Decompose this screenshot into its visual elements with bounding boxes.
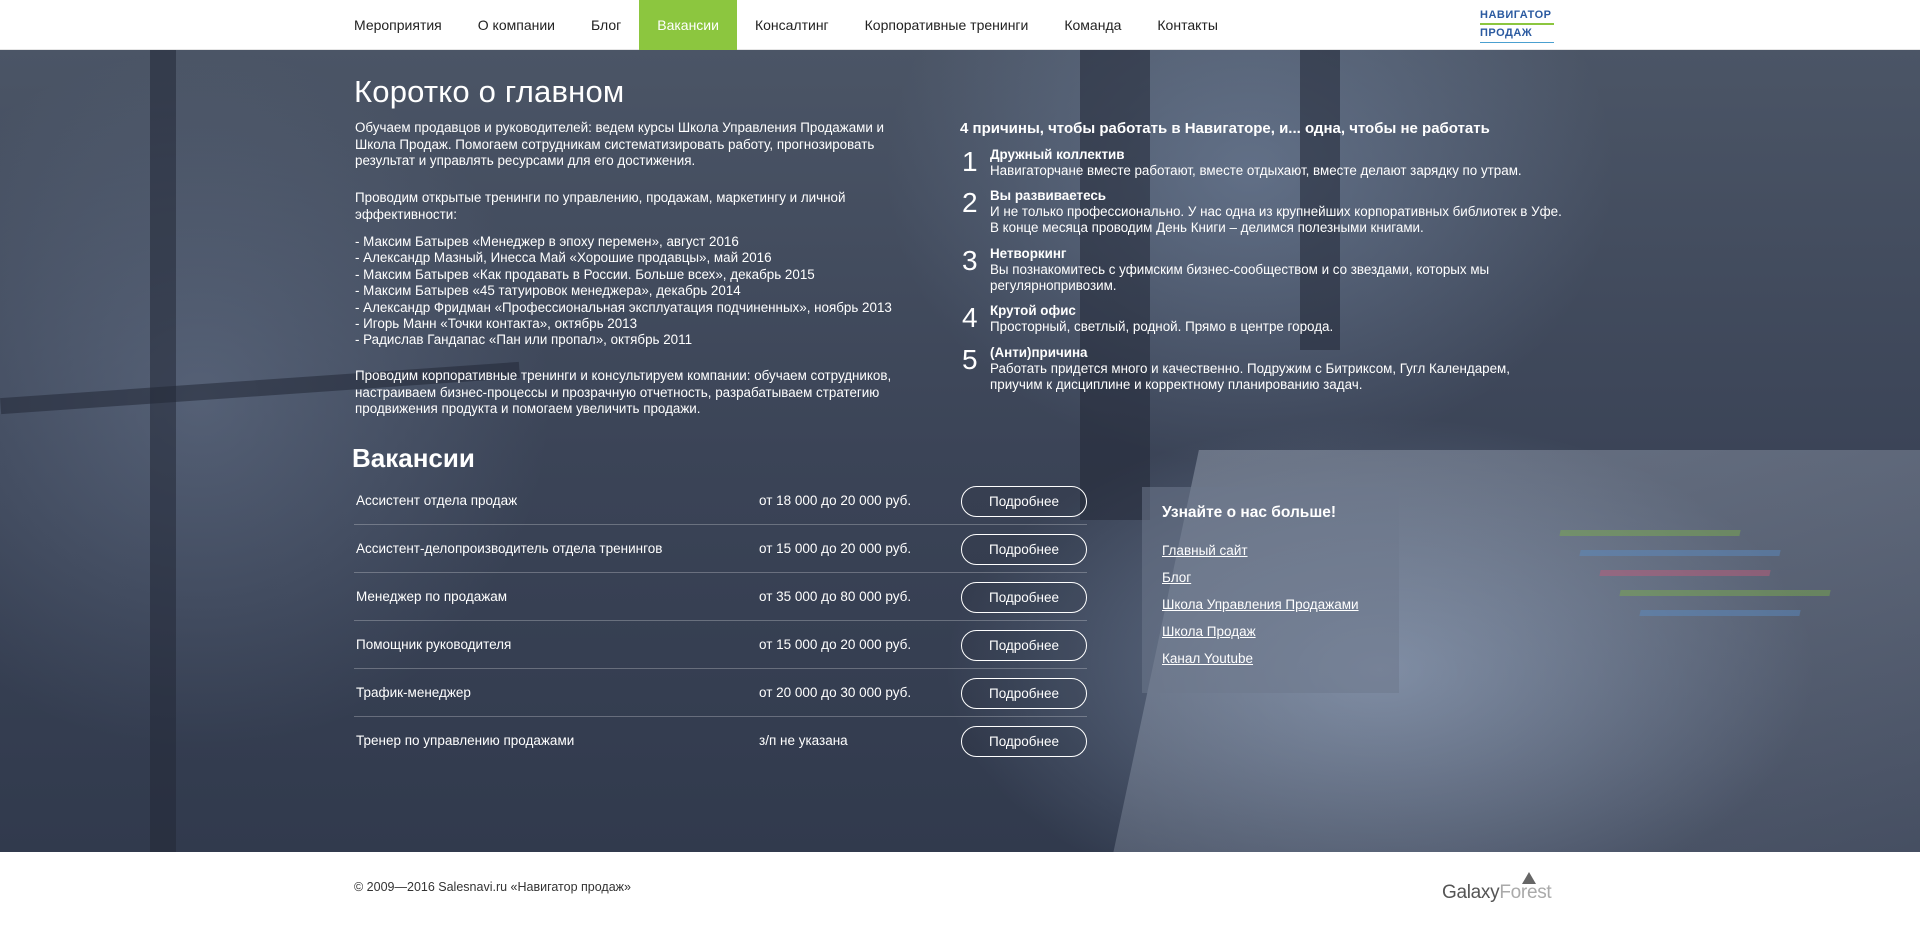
vacancy-name: Ассистент-делопроизводитель отдела трени… (356, 541, 663, 556)
vacancy-name: Трафик-менеджер (356, 685, 471, 700)
link-youtube-channel[interactable]: Канал Youtube (1162, 651, 1253, 666)
reason-number: 2 (962, 187, 978, 218)
vacancy-row: Помощник руководителя от 15 000 до 20 00… (354, 621, 1087, 669)
reason-text: Работать придется много и качественно. П… (990, 361, 1510, 393)
nav-item-blog[interactable]: Блог (573, 0, 639, 50)
vacancy-details-button[interactable]: Подробнее (961, 630, 1087, 661)
event-item: - Максим Батырев «Как продавать в России… (355, 266, 815, 282)
nav-item-vacancies[interactable]: Вакансии (639, 0, 737, 50)
galaxy-forest-logo[interactable]: GalaxyForest (1440, 872, 1555, 906)
site-logo[interactable]: НАВИГАТОР ПРОДАЖ (1480, 9, 1554, 43)
vacancy-salary: от 18 000 до 20 000 руб. (759, 493, 912, 508)
event-item: - Максим Батырев «45 татуировок менеджер… (355, 283, 741, 299)
vacancy-details-button[interactable]: Подробнее (961, 486, 1087, 517)
link-main-site[interactable]: Главный сайт (1162, 543, 1248, 558)
nav-item-events[interactable]: Мероприятия (354, 0, 460, 50)
vacancy-details-button[interactable]: Подробнее (961, 678, 1087, 709)
learn-more-box: Узнайте о нас больше! Главный сайт Блог … (1142, 487, 1399, 693)
link-blog[interactable]: Блог (1162, 570, 1191, 585)
vacancy-salary: от 15 000 до 20 000 руб. (759, 541, 912, 556)
nav-item-contacts[interactable]: Контакты (1139, 0, 1235, 50)
event-item: - Александр Фридман «Профессиональная эк… (355, 299, 892, 315)
vacancy-name: Помощник руководителя (356, 637, 512, 652)
vacancy-row: Тренер по управлению продажами з/п не ук… (354, 717, 1087, 765)
brand-part-2: Forest (1499, 882, 1552, 903)
reason-text: Вы познакомитесь с уфимским бизнес-сообщ… (990, 262, 1490, 294)
learn-more-title: Узнайте о нас больше! (1162, 504, 1337, 521)
vacancy-name: Тренер по управлению продажами (356, 733, 575, 748)
nav-item-about[interactable]: О компании (460, 0, 573, 50)
vacancy-salary: з/п не указана (759, 733, 848, 748)
vacancy-salary: от 15 000 до 20 000 руб. (759, 637, 912, 652)
vacancy-row: Трафик-менеджер от 20 000 до 30 000 руб.… (354, 669, 1087, 717)
reason-text: Просторный, светлый, родной. Прямо в цен… (990, 319, 1334, 334)
reason-title: Вы развиваетесь (990, 188, 1107, 203)
reason-text: Навигаторчане вместе работают, вместе от… (990, 163, 1522, 178)
vacancy-row: Ассистент отдела продаж от 18 000 до 20 … (354, 477, 1087, 525)
logo-line2: ПРОДАЖ (1480, 27, 1533, 39)
vacancy-salary: от 35 000 до 80 000 руб. (759, 589, 912, 604)
site-header: Мероприятия О компании Блог Вакансии Кон… (0, 0, 1920, 50)
event-item: - Максим Батырев «Менеджер в эпоху перем… (355, 234, 739, 249)
reason-title: Дружный коллектив (990, 147, 1125, 162)
site-footer: © 2009—2016 Salesnavi.ru «Навигатор прод… (0, 852, 1920, 925)
vacancy-details-button[interactable]: Подробнее (961, 582, 1087, 613)
main-nav: Мероприятия О компании Блог Вакансии Кон… (354, 0, 1236, 50)
vacancy-salary: от 20 000 до 30 000 руб. (759, 685, 912, 700)
about-title: Коротко о главном (354, 74, 625, 109)
vacancy-name: Ассистент отдела продаж (356, 493, 518, 508)
reason-title: Крутой офис (990, 303, 1076, 318)
reason-number: 4 (962, 302, 978, 333)
brand-part-1: Galaxy (1442, 882, 1500, 903)
reasons-title: 4 причины, чтобы работать в Навигаторе, … (960, 120, 1490, 137)
reason-number: 1 (962, 146, 978, 177)
vacancy-row: Менеджер по продажам от 35 000 до 80 000… (354, 573, 1087, 621)
galaxy-forest-text: GalaxyForest (1442, 882, 1552, 904)
link-sales-management-school[interactable]: Школа Управления Продажами (1162, 597, 1359, 612)
logo-line1: НАВИГАТОР (1480, 9, 1554, 25)
vacancy-details-button[interactable]: Подробнее (961, 726, 1087, 757)
event-item: - Игорь Манн «Точки контакта», октябрь 2… (355, 316, 638, 332)
copyright: © 2009—2016 Salesnavi.ru «Навигатор прод… (354, 880, 631, 894)
vacancy-details-button[interactable]: Подробнее (961, 534, 1087, 565)
vacancies-title: Вакансии (352, 443, 475, 473)
about-para-1: Обучаем продавцов и руководителей: ведем… (355, 120, 885, 168)
reason-title: (Анти)причина (990, 345, 1088, 360)
about-para-2: Проводим открытые тренинги по управлению… (355, 190, 846, 222)
reason-title: Нетворкинг (990, 246, 1067, 261)
nav-item-team[interactable]: Команда (1046, 0, 1139, 50)
link-sales-school[interactable]: Школа Продаж (1162, 624, 1256, 639)
nav-item-consulting[interactable]: Консалтинг (737, 0, 847, 50)
event-item: - Александр Мазный, Инесса Май «Хорошие … (355, 250, 772, 266)
vacancy-name: Менеджер по продажам (356, 589, 508, 604)
nav-item-corporate-trainings[interactable]: Корпоративные тренинги (847, 0, 1047, 50)
vacancy-row: Ассистент-делопроизводитель отдела трени… (354, 525, 1087, 573)
reason-text: И не только профессионально. У нас одна … (990, 204, 1562, 236)
about-para-3: Проводим корпоративные тренинги и консул… (355, 368, 892, 416)
event-item: - Радислав Гандапас «Пан или пропал», ок… (355, 332, 693, 348)
events-list: - Максим Батырев «Менеджер в эпоху перем… (355, 234, 955, 349)
reason-number: 3 (962, 245, 978, 276)
reason-number: 5 (962, 344, 978, 375)
